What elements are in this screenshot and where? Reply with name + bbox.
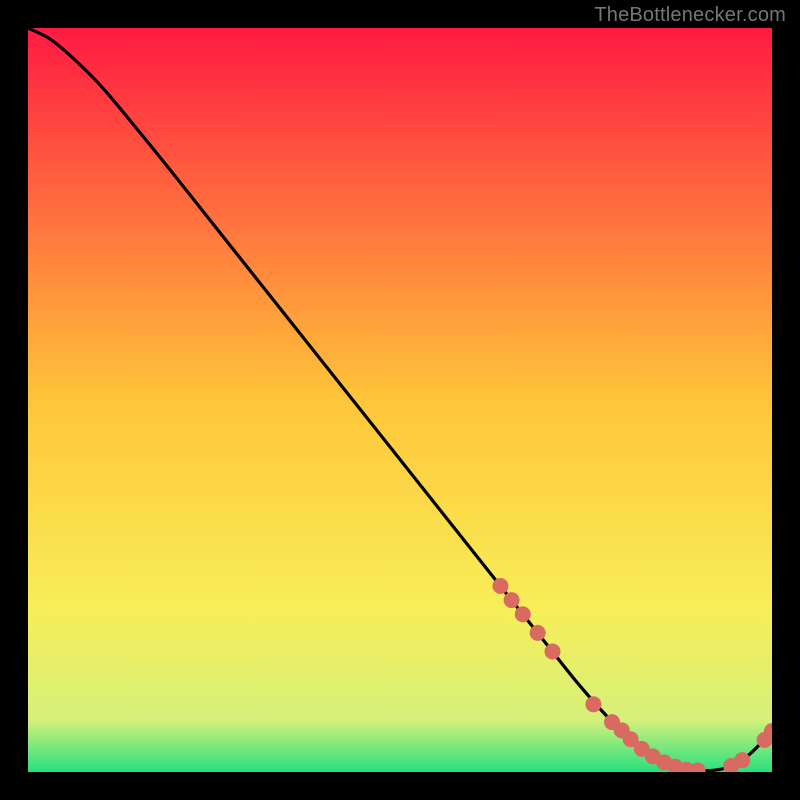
highlight-dot [492,578,508,594]
highlight-dot [504,592,520,608]
gradient-background [28,28,772,772]
plot-area [28,28,772,772]
highlight-dot [515,606,531,622]
highlight-dot [545,643,561,659]
attribution-label: TheBottlenecker.com [594,4,786,27]
plot-svg [28,28,772,772]
highlight-dot [585,696,601,712]
highlight-dot [530,625,546,641]
highlight-dot [734,752,750,768]
chart-frame: TheBottlenecker.com [0,0,800,800]
